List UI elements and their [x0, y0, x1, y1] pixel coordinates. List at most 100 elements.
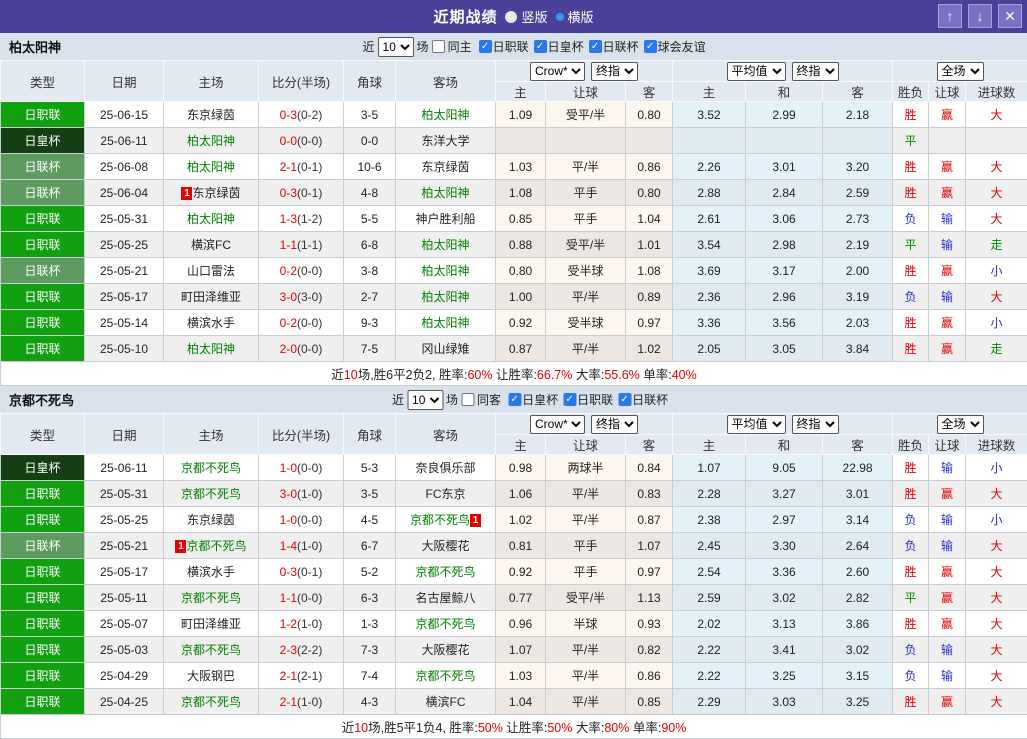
- league-checkbox[interactable]: ✓: [508, 393, 521, 406]
- summary-stat-value: 10: [344, 368, 358, 382]
- radio-vertical-layout[interactable]: 竖版: [505, 7, 547, 26]
- section-away-team: 京都不死鸟 近 10 场 同客 ✓日皇杯✓日职联✓日联杯 类型 日期 主场 比分…: [0, 386, 1027, 739]
- col-corner: 角球: [344, 61, 396, 102]
- match-date: 25-04-29: [85, 663, 164, 689]
- avg-away-odds: 3.15: [823, 663, 893, 689]
- col-avg-away: 客: [823, 435, 893, 455]
- crow-handicap-line: [546, 128, 626, 154]
- league-checkbox[interactable]: ✓: [618, 393, 631, 406]
- crow-handicap-line: 平/半: [546, 507, 626, 533]
- radio-horizontal-icon[interactable]: [556, 13, 564, 21]
- home-team: 京都不死鸟: [164, 481, 259, 507]
- crow-company-select[interactable]: Crow*: [530, 415, 585, 434]
- average-company-select[interactable]: 平均值: [727, 415, 786, 434]
- league-type-badge: 日职联: [1, 232, 85, 258]
- league-checkbox[interactable]: ✓: [563, 393, 576, 406]
- league-checkbox[interactable]: ✓: [479, 40, 492, 53]
- close-button[interactable]: ✕: [998, 4, 1022, 28]
- result-handicap: 输: [929, 284, 966, 310]
- col-goals: 进球数: [966, 82, 1027, 102]
- match-row: 日皇杯25-06-11柏太阳神0-0(0-0)0-0东洋大学平: [1, 128, 1027, 154]
- team-label: 奈良俱乐部: [415, 461, 475, 475]
- league-checkbox[interactable]: ✓: [534, 40, 547, 53]
- league-type-badge: 日职联: [1, 663, 85, 689]
- fulltime-score: 1-4: [280, 539, 297, 553]
- away-team: 柏太阳神: [396, 258, 496, 284]
- match-score: 2-3(2-2): [259, 637, 344, 663]
- home-team: 东京绿茵: [164, 507, 259, 533]
- result-wdl: 胜: [893, 154, 929, 180]
- avg-away-odds: 2.59: [823, 180, 893, 206]
- match-score: 2-1(2-1): [259, 663, 344, 689]
- crow-home-odds: [496, 128, 546, 154]
- avg-away-odds: [823, 128, 893, 154]
- col-home: 主场: [164, 414, 259, 455]
- final-odds-select-2[interactable]: 终指: [792, 62, 839, 81]
- crow-away-odds: 1.08: [626, 258, 673, 284]
- halftime-score: (0-0): [297, 316, 322, 330]
- team-label: 神户胜利船: [415, 212, 475, 226]
- final-odds-select[interactable]: 终指: [591, 415, 638, 434]
- away-team: 柏太阳神: [396, 284, 496, 310]
- result-handicap: 赢: [929, 585, 966, 611]
- match-score: 1-2(1-0): [259, 611, 344, 637]
- full-match-select[interactable]: 全场: [937, 415, 984, 434]
- crow-company-select[interactable]: Crow*: [530, 62, 585, 81]
- crow-handicap-line: 平/半: [546, 663, 626, 689]
- team-label: 柏太阳神: [421, 316, 469, 330]
- match-score: 1-4(1-0): [259, 533, 344, 559]
- home-team: 柏太阳神: [164, 336, 259, 362]
- same-venue-checkbox[interactable]: [432, 40, 445, 53]
- result-goals: 小: [966, 258, 1027, 284]
- league-filter-list: ✓日职联✓日皇杯✓日联杯✓球会友谊: [475, 38, 706, 55]
- result-goals: 大: [966, 206, 1027, 232]
- crow-handicap-line: 平手: [546, 206, 626, 232]
- result-wdl: 负: [893, 663, 929, 689]
- filter-bar: 京都不死鸟 近 10 场 同客 ✓日皇杯✓日职联✓日联杯: [0, 386, 1027, 413]
- radio-horizontal-layout[interactable]: 横版: [556, 7, 594, 26]
- team-label: 京都不死鸟: [181, 695, 241, 709]
- match-row: 日职联25-05-17横滨水手0-3(0-1)5-2京都不死鸟0.92平手0.9…: [1, 559, 1027, 585]
- avg-home-odds: 2.45: [673, 533, 746, 559]
- crow-away-odds: 0.80: [626, 102, 673, 128]
- avg-home-odds: 2.28: [673, 481, 746, 507]
- move-down-button[interactable]: ↓: [968, 4, 992, 28]
- league-type-badge: 日职联: [1, 689, 85, 715]
- team-label: 柏太阳神: [421, 238, 469, 252]
- summary-line: 近10场,胜5平1负4, 胜率:50% 让胜率:50% 大率:80% 单率:90…: [1, 715, 1027, 739]
- fulltime-score: 0-3: [280, 108, 297, 122]
- average-company-select[interactable]: 平均值: [727, 62, 786, 81]
- result-wdl: 胜: [893, 689, 929, 715]
- result-wdl: 负: [893, 533, 929, 559]
- match-date: 25-05-25: [85, 507, 164, 533]
- avg-draw-odds: 3.06: [746, 206, 823, 232]
- halftime-score: (0-0): [297, 461, 322, 475]
- crow-home-odds: 1.06: [496, 481, 546, 507]
- arrow-up-icon: ↑: [947, 8, 954, 24]
- col-away: 客场: [396, 61, 496, 102]
- arrow-down-icon: ↓: [977, 8, 984, 24]
- final-odds-select-2[interactable]: 终指: [792, 415, 839, 434]
- home-team: 町田泽维亚: [164, 611, 259, 637]
- league-checkbox-label: 日联杯: [632, 391, 668, 408]
- corner-count: 2-7: [344, 284, 396, 310]
- match-count-select[interactable]: 10: [378, 37, 414, 57]
- fulltime-score: 3-0: [280, 487, 297, 501]
- team-label: 柏太阳神: [187, 160, 235, 174]
- home-team: 大阪钢巴: [164, 663, 259, 689]
- radio-vertical-icon[interactable]: [505, 11, 517, 23]
- full-match-select[interactable]: 全场: [937, 62, 984, 81]
- move-up-button[interactable]: ↑: [938, 4, 962, 28]
- average-odds-group: 平均值终指: [673, 61, 893, 82]
- result-wdl: 胜: [893, 481, 929, 507]
- avg-draw-odds: 3.30: [746, 533, 823, 559]
- section-home-team: 柏太阳神 近 10 场 同主 ✓日职联✓日皇杯✓日联杯✓球会友谊 类型 日期 主…: [0, 33, 1027, 386]
- crow-odds-group: Crow* 终指: [496, 61, 673, 82]
- final-odds-select[interactable]: 终指: [591, 62, 638, 81]
- result-goals: 小: [966, 507, 1027, 533]
- crow-away-odds: 0.86: [626, 663, 673, 689]
- league-checkbox[interactable]: ✓: [644, 40, 657, 53]
- match-count-select[interactable]: 10: [407, 390, 443, 410]
- league-checkbox[interactable]: ✓: [589, 40, 602, 53]
- same-venue-checkbox[interactable]: [461, 393, 474, 406]
